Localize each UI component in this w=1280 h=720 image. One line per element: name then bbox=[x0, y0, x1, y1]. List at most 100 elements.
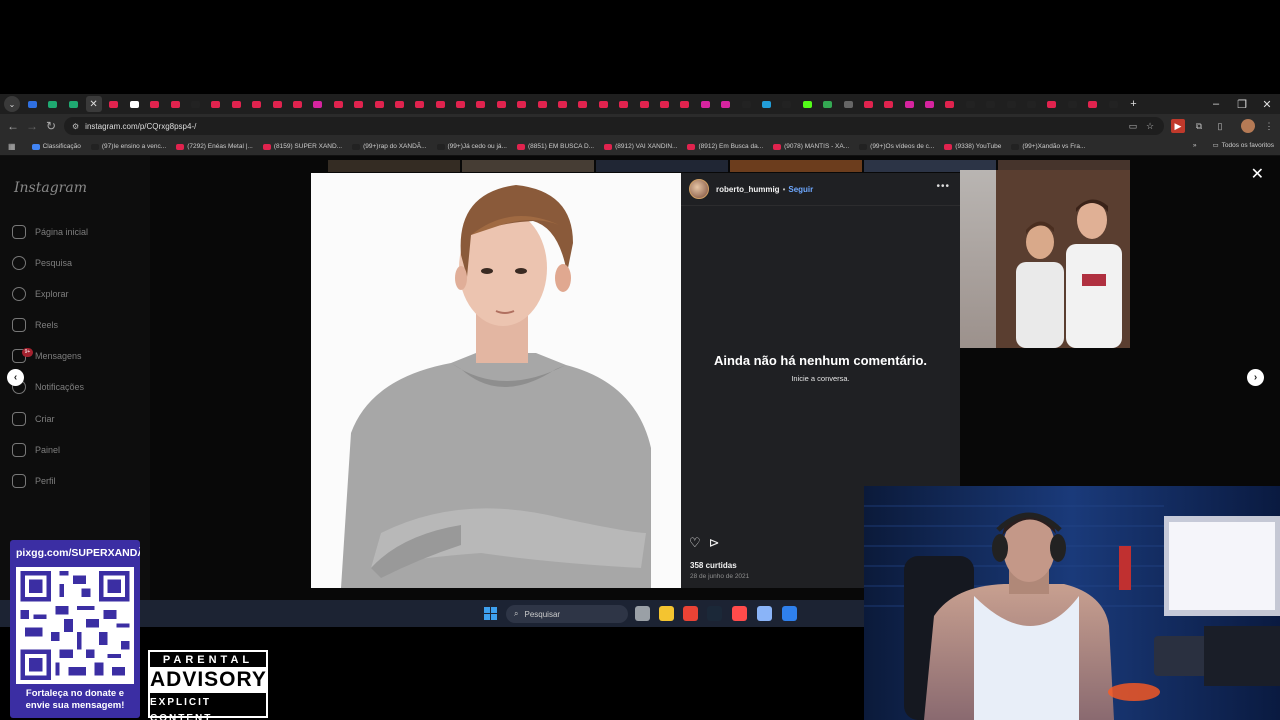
like-heart-icon[interactable]: ♡ bbox=[689, 536, 701, 550]
browser-tab[interactable] bbox=[412, 96, 428, 112]
browser-tab[interactable] bbox=[147, 96, 163, 112]
sidebar-item-plus[interactable]: Criar bbox=[12, 409, 55, 429]
bookmarks-overflow-button[interactable]: » bbox=[1193, 142, 1197, 149]
browser-tab[interactable] bbox=[1064, 96, 1080, 112]
instagram-logo[interactable]: Instagram bbox=[14, 180, 87, 196]
browser-tab[interactable] bbox=[126, 96, 142, 112]
next-post-button[interactable]: › bbox=[1247, 369, 1264, 386]
sidebar-item-compass[interactable]: Explorar bbox=[12, 284, 69, 304]
browser-tab[interactable] bbox=[453, 96, 469, 112]
maximize-button[interactable]: ❐ bbox=[1229, 94, 1255, 114]
browser-tab[interactable] bbox=[167, 96, 183, 112]
browser-tab[interactable] bbox=[1105, 96, 1121, 112]
browser-tab[interactable] bbox=[901, 96, 917, 112]
bookmark-item[interactable]: (99+)Os vídeos de c... bbox=[859, 143, 934, 150]
url-text[interactable]: instagram.com/p/CQrxg8psp4-/ bbox=[85, 122, 196, 131]
minimize-button[interactable]: – bbox=[1203, 94, 1229, 114]
close-post-button[interactable]: ✕ bbox=[1251, 164, 1264, 184]
browser-tab[interactable] bbox=[249, 96, 265, 112]
browser-tab[interactable] bbox=[616, 96, 632, 112]
install-app-icon[interactable]: ▭ bbox=[1126, 119, 1140, 133]
browser-tab[interactable] bbox=[493, 96, 509, 112]
browser-tab[interactable] bbox=[595, 96, 611, 112]
browser-tab[interactable] bbox=[738, 96, 754, 112]
bookmark-item[interactable]: (99+)rap do XANDÃ... bbox=[352, 143, 427, 150]
browser-tab[interactable] bbox=[473, 96, 489, 112]
browser-tab[interactable] bbox=[1024, 96, 1040, 112]
browser-tab[interactable] bbox=[371, 96, 387, 112]
browser-tab[interactable] bbox=[942, 96, 958, 112]
likes-count[interactable]: 358 curtidas bbox=[690, 561, 737, 570]
taskbar-app-icon[interactable] bbox=[707, 606, 722, 621]
browser-tab[interactable] bbox=[840, 96, 856, 112]
bookmark-item[interactable]: (97)Ie ensino a venc... bbox=[90, 143, 166, 150]
browser-tab[interactable] bbox=[657, 96, 673, 112]
apps-grid-icon[interactable]: ▦ bbox=[8, 142, 16, 151]
browser-tab[interactable] bbox=[758, 96, 774, 112]
follow-button[interactable]: Seguir bbox=[788, 185, 813, 194]
browser-tab[interactable] bbox=[697, 96, 713, 112]
browser-tab[interactable] bbox=[555, 96, 571, 112]
browser-tab[interactable] bbox=[45, 96, 61, 112]
browser-tab[interactable] bbox=[922, 96, 938, 112]
extensions-puzzle-icon[interactable]: ⧉ bbox=[1192, 119, 1206, 133]
browser-tab[interactable] bbox=[391, 96, 407, 112]
windows-start-icon[interactable] bbox=[484, 607, 497, 620]
bookmark-item[interactable]: (99+)Xandão vs Fra... bbox=[1011, 143, 1085, 150]
browser-tab[interactable] bbox=[330, 96, 346, 112]
browser-tab[interactable] bbox=[881, 96, 897, 112]
tab-search-button[interactable]: ⌄ bbox=[4, 96, 20, 112]
extension-icon[interactable]: ▶ bbox=[1171, 119, 1185, 133]
bookmark-item[interactable]: (8912) Em Busca da... bbox=[687, 143, 763, 150]
bookmark-item[interactable]: (8851) EM BUSCA D... bbox=[516, 143, 594, 150]
reload-button[interactable]: ↻ bbox=[41, 119, 61, 133]
taskbar-app-icon[interactable] bbox=[757, 606, 772, 621]
sidebar-item-home[interactable]: Página inicial bbox=[12, 222, 88, 242]
all-favorites-folder[interactable]: Todos os favoritos bbox=[1222, 142, 1274, 149]
taskbar-app-icon[interactable] bbox=[732, 606, 747, 621]
browser-tab[interactable] bbox=[269, 96, 285, 112]
browser-tab[interactable] bbox=[575, 96, 591, 112]
browser-tab[interactable]: ✕ bbox=[85, 96, 102, 112]
share-send-icon[interactable]: ⊳ bbox=[709, 536, 720, 550]
browser-tab[interactable] bbox=[1085, 96, 1101, 112]
author-avatar[interactable] bbox=[689, 179, 709, 199]
browser-tab[interactable] bbox=[432, 96, 448, 112]
bookmark-item[interactable]: (99+)Já cedo ou já... bbox=[436, 143, 507, 150]
browser-tab[interactable] bbox=[351, 96, 367, 112]
more-options-button[interactable]: ••• bbox=[936, 181, 950, 192]
author-username[interactable]: roberto_hummig bbox=[716, 185, 780, 194]
browser-tab[interactable] bbox=[188, 96, 204, 112]
sidebar-item-reels[interactable]: Reels bbox=[12, 315, 58, 335]
bookmark-item[interactable]: (8912) VAI XANDIN... bbox=[604, 143, 677, 150]
split-view-icon[interactable]: ▯ bbox=[1213, 119, 1227, 133]
browser-tab[interactable] bbox=[983, 96, 999, 112]
site-info-icon[interactable]: ⚙ bbox=[72, 122, 79, 131]
post-image[interactable] bbox=[311, 173, 681, 588]
taskbar-search[interactable]: ⌕ Pesquisar bbox=[506, 605, 628, 623]
browser-tab[interactable] bbox=[718, 96, 734, 112]
bookmark-item[interactable]: (7292) Enéas Metal |... bbox=[176, 143, 253, 150]
browser-tab[interactable] bbox=[1044, 96, 1060, 112]
browser-tab[interactable] bbox=[962, 96, 978, 112]
bookmark-item[interactable]: Classificação bbox=[31, 143, 81, 150]
taskbar-app-icon[interactable] bbox=[782, 606, 797, 621]
browser-tab[interactable] bbox=[860, 96, 876, 112]
bookmark-item[interactable]: (9338) YouTube bbox=[944, 143, 1001, 150]
sidebar-item-search[interactable]: Pesquisa bbox=[12, 253, 72, 273]
browser-tab[interactable] bbox=[310, 96, 326, 112]
browser-tab[interactable] bbox=[65, 96, 81, 112]
browser-tab[interactable] bbox=[228, 96, 244, 112]
browser-tab[interactable] bbox=[106, 96, 122, 112]
bookmark-item[interactable]: (8159) SUPER XAND... bbox=[262, 143, 342, 150]
browser-tab[interactable] bbox=[514, 96, 530, 112]
sidebar-item-profile[interactable]: Perfil bbox=[12, 471, 56, 491]
window-close-button[interactable]: ✕ bbox=[1254, 94, 1280, 114]
taskbar-app-icon[interactable] bbox=[683, 606, 698, 621]
browser-tab[interactable] bbox=[779, 96, 795, 112]
browser-tab[interactable] bbox=[799, 96, 815, 112]
browser-tab[interactable] bbox=[289, 96, 305, 112]
bookmark-star-icon[interactable]: ☆ bbox=[1143, 119, 1157, 133]
browser-tab[interactable] bbox=[534, 96, 550, 112]
new-tab-button[interactable]: + bbox=[1125, 96, 1141, 112]
